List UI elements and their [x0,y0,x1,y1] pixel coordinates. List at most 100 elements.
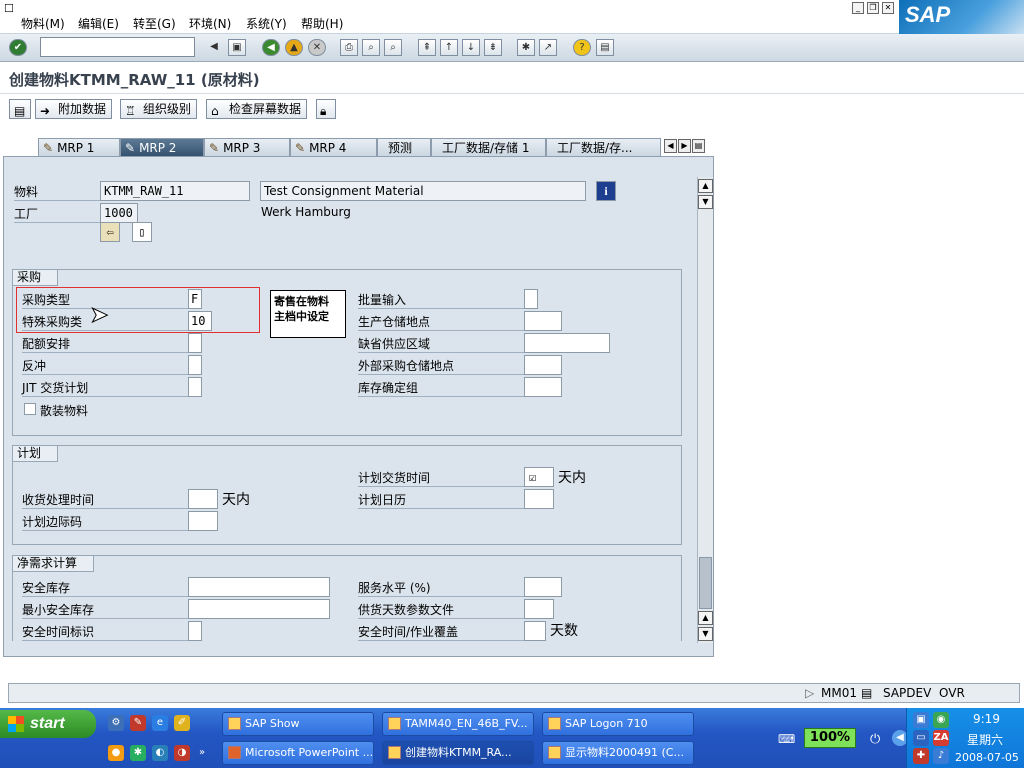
quick-launch-icon[interactable]: ✎ [130,715,146,731]
scroll-down-page-icon[interactable]: ▼ [698,195,713,209]
safety-time-field[interactable] [524,621,546,641]
vertical-scrollbar[interactable]: ▲ ▼ ▲ ▼ [697,177,713,643]
collapse-icon[interactable]: ◀ [205,39,223,56]
data-view-button[interactable]: ▤ [9,99,31,119]
planned-delivery-time-field[interactable]: ☑ [524,467,554,487]
create-session-icon[interactable]: ✱ [517,39,535,56]
batch-entry-field[interactable] [524,289,538,309]
quick-launch-icon[interactable]: ⚙ [108,715,124,731]
jit-schedule-field[interactable] [188,377,202,397]
quick-launch-icon[interactable]: ◑ [174,745,190,761]
volume-icon[interactable]: ♪ [933,748,949,764]
tab-mrp3[interactable]: ✎ MRP 3 [204,138,290,158]
default-supply-area-field[interactable] [524,333,610,353]
quick-launch-icon[interactable]: ✱ [130,745,146,761]
stock-determination-field[interactable] [524,377,562,397]
tab-plant-storage-2[interactable]: 工厂数据/存... [546,138,661,158]
quick-launch-icon[interactable]: ✐ [174,715,190,731]
tab-plant-storage-1[interactable]: 工厂数据/存储 1 [431,138,546,158]
quick-launch-icon[interactable]: ◐ [152,745,168,761]
check-screen-data-button[interactable]: ⌂ 检查屏幕数据 [206,99,308,119]
layout-menu-icon[interactable]: ▤ [596,39,614,56]
next-page-icon[interactable]: ↓ [462,39,480,56]
power-icon[interactable]: ⏻ [870,732,880,747]
scroll-down-icon[interactable]: ▼ [698,627,713,641]
menu-system[interactable]: 系统(Y) [246,15,287,32]
last-page-icon[interactable]: ⇟ [484,39,502,56]
info-icon[interactable]: i [596,181,616,201]
planning-calendar-field[interactable] [524,489,554,509]
task-sap-show[interactable]: SAP Show [222,712,374,736]
first-page-icon[interactable]: ⇞ [418,39,436,56]
scroll-thumb[interactable] [699,557,712,609]
backflush-field[interactable] [188,355,202,375]
find-next-icon[interactable]: ⌕ [384,39,402,56]
enter-icon[interactable]: ✔ [9,39,27,56]
internet-explorer-icon[interactable]: e [152,715,168,731]
safety-time-indicator-field[interactable] [188,621,202,641]
material-field[interactable]: KTMM_RAW_11 [100,181,250,201]
zoom-level[interactable]: 100% [804,728,856,748]
org-levels-button[interactable]: ♖ 组织级别 [120,99,198,119]
menu-goto[interactable]: 转至(G) [133,15,176,32]
previous-org-icon[interactable]: ⇦ [100,222,120,242]
service-level-field[interactable] [524,577,562,597]
help-icon[interactable]: ? [573,39,591,56]
tab-forecast[interactable]: 预测 [377,138,431,158]
antivirus-icon[interactable]: ✚ [913,748,929,764]
restore-icon[interactable]: ❐ [867,2,879,14]
safety-stock-field[interactable] [188,577,330,597]
quota-arrangement-field[interactable] [188,333,202,353]
display-icon[interactable]: ▭ [913,730,929,746]
tab-mrp2[interactable]: ✎ MRP 2 [120,138,204,158]
close-icon[interactable]: ✕ [882,2,894,14]
menu-environment[interactable]: 环境(N) [189,15,231,32]
shortcut-icon[interactable]: ↗ [539,39,557,56]
back-icon[interactable]: ◀ [262,39,280,56]
exit-icon[interactable]: ▲ [285,39,303,56]
system-info-icon[interactable]: ▤ [861,686,872,700]
network-icon[interactable]: ▣ [913,712,929,728]
external-storage-field[interactable] [524,355,562,375]
planning-fence-field[interactable] [188,511,218,531]
tab-prev-icon[interactable]: ◀ [664,139,677,153]
save-icon[interactable]: ▣ [228,39,246,56]
material-description-field[interactable]: Test Consignment Material [260,181,586,201]
command-field[interactable] [40,37,195,57]
coverage-profile-field[interactable] [524,599,554,619]
find-icon[interactable]: ⌕ [362,39,380,56]
tab-list-icon[interactable]: ▤ [692,139,705,153]
plant-field[interactable]: 1000 [100,203,138,223]
bulk-material-checkbox[interactable] [24,403,36,415]
tab-mrp1[interactable]: ✎ MRP 1 [38,138,120,158]
menu-material[interactable]: 物料(M) [21,15,65,32]
scroll-up-icon[interactable]: ▲ [698,179,713,193]
additional-data-button[interactable]: ➜ 附加数据 [35,99,113,119]
more-quick-launch-icon[interactable]: » [194,745,210,761]
quick-launch-icon[interactable]: ● [108,745,124,761]
scroll-up-page-icon[interactable]: ▲ [698,611,713,625]
start-button[interactable]: start [0,710,96,738]
task-powerpoint[interactable]: Microsoft PowerPoint ... [222,741,374,765]
lock-button[interactable]: 🔒︎ [316,99,336,119]
za-icon[interactable]: ZA [933,730,949,746]
minimize-icon[interactable]: _ [852,2,864,14]
system-menu-icon[interactable]: ☐ [4,2,14,15]
security-icon[interactable]: ◉ [933,712,949,728]
tab-next-icon[interactable]: ▶ [678,139,691,153]
tab-mrp4[interactable]: ✎ MRP 4 [290,138,377,158]
task-display-material[interactable]: 显示物料2000491 (C... [542,741,694,765]
keyboard-icon[interactable]: ⌨ [778,732,795,746]
print-icon[interactable]: ⎙ [340,39,358,56]
status-expand-icon[interactable]: ▷ [805,686,814,700]
task-create-material[interactable]: 创建物料KTMM_RA... [382,741,534,765]
new-document-icon[interactable]: ▯ [132,222,152,242]
min-safety-stock-field[interactable] [188,599,330,619]
previous-page-icon[interactable]: ↑ [440,39,458,56]
production-storage-field[interactable] [524,311,562,331]
gr-processing-time-field[interactable] [188,489,218,509]
menu-help[interactable]: 帮助(H) [301,15,343,32]
cancel-icon[interactable]: ✕ [308,39,326,56]
menu-edit[interactable]: 编辑(E) [78,15,119,32]
task-sap-logon[interactable]: SAP Logon 710 [542,712,694,736]
